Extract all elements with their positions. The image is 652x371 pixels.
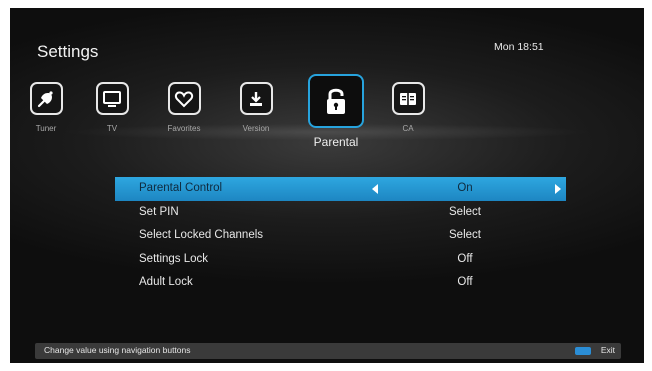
category-label: Version <box>242 124 270 133</box>
category-label: TV <box>106 124 118 133</box>
menu-item-select-locked-channels[interactable]: Select Locked Channels Select <box>115 224 566 248</box>
blue-key-icon <box>575 347 591 355</box>
tv-icon <box>95 82 129 115</box>
menu-item-value: Select <box>449 229 481 241</box>
category-tv[interactable]: TV <box>82 82 142 133</box>
menu-item-label: Adult Lock <box>139 276 193 288</box>
menu-item-set-pin[interactable]: Set PIN Select <box>115 201 566 225</box>
heart-icon <box>167 82 201 115</box>
menu-item-label: Set PIN <box>139 205 179 218</box>
menu-item-value: On <box>457 182 473 194</box>
exit-button[interactable]: Exit <box>601 345 615 355</box>
category-favorites[interactable]: Favorites <box>154 82 214 133</box>
menu-item-label: Parental Control <box>139 182 223 194</box>
menu-item-value: Off <box>457 276 473 288</box>
category-label: Parental <box>313 135 359 149</box>
category-label: Favorites <box>167 124 201 133</box>
category-tuner[interactable]: Tuner <box>16 82 76 133</box>
menu-item-parental-control[interactable]: Parental Control On <box>115 177 566 201</box>
category-label: CA <box>402 124 414 133</box>
menu-item-settings-lock[interactable]: Settings Lock Off <box>115 248 566 272</box>
satellite-dish-icon <box>29 82 63 115</box>
card-icon <box>391 82 425 115</box>
category-parental[interactable]: Parental <box>294 74 378 149</box>
category-ca[interactable]: CA <box>378 82 438 133</box>
parental-menu: Parental Control On Set PIN Select Selec… <box>115 177 566 295</box>
lock-icon <box>308 74 364 128</box>
menu-item-value: Off <box>457 252 473 265</box>
download-icon <box>239 82 273 115</box>
menu-item-adult-lock[interactable]: Adult Lock Off <box>115 271 566 295</box>
menu-item-label: Select Locked Channels <box>139 229 264 241</box>
help-text: Change value using navigation buttons <box>44 345 191 355</box>
category-label: Tuner <box>35 124 57 133</box>
category-bar: Tuner TV Favorites Version Parental CA <box>10 8 644 168</box>
arrow-right-icon[interactable] <box>555 184 561 194</box>
menu-item-label: Settings Lock <box>139 252 209 265</box>
arrow-left-icon[interactable] <box>372 184 378 194</box>
category-version[interactable]: Version <box>226 82 286 133</box>
help-bar: Change value using navigation buttons Ex… <box>35 343 621 359</box>
settings-screen: Settings Mon 18:51 Tuner TV Favorites Ve… <box>10 8 644 363</box>
menu-item-value: Select <box>449 205 481 218</box>
